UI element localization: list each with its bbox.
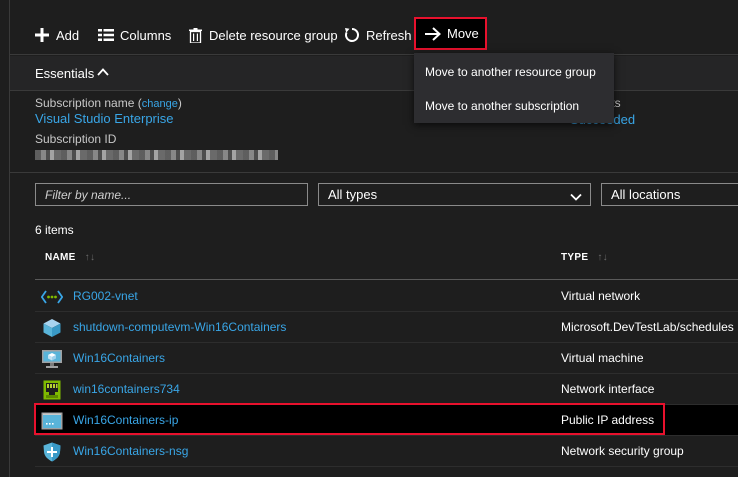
resource-type: Network security group [561, 444, 684, 458]
public-ip-icon [41, 411, 63, 431]
types-select[interactable]: All types [318, 183, 591, 206]
move-button[interactable]: Move [414, 17, 487, 50]
change-subscription-link[interactable]: change [142, 98, 178, 110]
table-row[interactable]: win16containers734 Network interface [35, 374, 738, 405]
network-interface-icon [41, 380, 63, 400]
columns-icon [98, 27, 114, 43]
resource-name-link[interactable]: Win16Containers-ip [73, 413, 178, 427]
plus-icon [34, 27, 50, 43]
delete-resource-group-button[interactable]: Delete resource group [187, 17, 338, 53]
column-header-type-label: TYPE [561, 252, 589, 263]
essentials-header[interactable]: Essentials [10, 56, 738, 90]
refresh-button[interactable]: Refresh [344, 17, 412, 53]
subscription-id-label: Subscription ID [35, 132, 117, 146]
move-button-label: Move [447, 26, 479, 41]
schedule-cube-icon [41, 318, 63, 338]
resource-type: Public IP address [561, 413, 655, 427]
subscription-name-label-text: Subscription name [35, 96, 135, 110]
resource-name-link[interactable]: shutdown-computevm-Win16Containers [73, 320, 286, 334]
delete-button-label: Delete resource group [209, 27, 338, 43]
filter-by-name-input[interactable] [35, 183, 308, 206]
command-bar: Add Columns Delete resource group Refres… [10, 17, 738, 53]
resource-name-link[interactable]: RG002-vnet [73, 289, 138, 303]
add-button-label: Add [56, 27, 80, 43]
toolbar-divider [10, 54, 738, 55]
trash-icon [187, 27, 203, 43]
resource-name-link[interactable]: win16containers734 [73, 382, 180, 396]
essentials-divider [10, 90, 738, 91]
columns-button-label: Columns [120, 27, 172, 43]
subscription-name-label: Subscription name (change) [35, 96, 182, 110]
shield-icon [41, 442, 63, 462]
table-row[interactable]: Win16Containers-nsg Network security gro… [35, 436, 738, 467]
subscription-id-redacted [35, 150, 278, 160]
column-header-name[interactable]: NAME ↑↓ [45, 252, 95, 263]
essentials-title: Essentials [35, 66, 95, 81]
refresh-icon [344, 27, 360, 43]
table-row-selected[interactable]: Win16Containers-ip Public IP address [35, 405, 738, 436]
items-count: 6 items [35, 223, 74, 237]
move-to-resource-group-item[interactable]: Move to another resource group [425, 65, 596, 79]
resource-name-link[interactable]: Win16Containers-nsg [73, 444, 188, 458]
filter-divider [10, 172, 738, 173]
locations-select[interactable]: All locations [601, 183, 738, 206]
add-button[interactable]: Add [34, 17, 79, 53]
column-header-name-label: NAME [45, 252, 76, 263]
virtual-network-icon [41, 287, 63, 307]
sort-icon: ↑↓ [597, 252, 608, 263]
column-header-type[interactable]: TYPE ↑↓ [561, 252, 608, 263]
resource-type: Virtual machine [561, 351, 644, 365]
table-row[interactable]: Win16Containers Virtual machine [35, 343, 738, 374]
subscription-name-link[interactable]: Visual Studio Enterprise [35, 111, 174, 126]
virtual-machine-icon [41, 349, 63, 369]
table-header-divider [35, 279, 738, 280]
chevron-down-icon [570, 190, 582, 201]
types-select-value: All types [328, 187, 378, 202]
table-row[interactable]: RG002-vnet Virtual network [35, 281, 738, 312]
locations-select-value: All locations [611, 187, 681, 202]
resource-type: Microsoft.DevTestLab/schedules [561, 320, 734, 334]
move-dropdown-menu: Move to another resource group Move to a… [414, 53, 614, 123]
chevron-up-icon[interactable] [96, 65, 110, 79]
sort-icon: ↑↓ [84, 252, 96, 263]
move-to-subscription-item[interactable]: Move to another subscription [425, 99, 579, 113]
resource-type: Virtual network [561, 289, 641, 303]
resource-type: Network interface [561, 382, 655, 396]
arrow-right-icon [425, 26, 441, 42]
columns-button[interactable]: Columns [98, 17, 171, 53]
table-row[interactable]: shutdown-computevm-Win16Containers Micro… [35, 312, 738, 343]
resource-name-link[interactable]: Win16Containers [73, 351, 165, 365]
refresh-button-label: Refresh [366, 27, 412, 43]
